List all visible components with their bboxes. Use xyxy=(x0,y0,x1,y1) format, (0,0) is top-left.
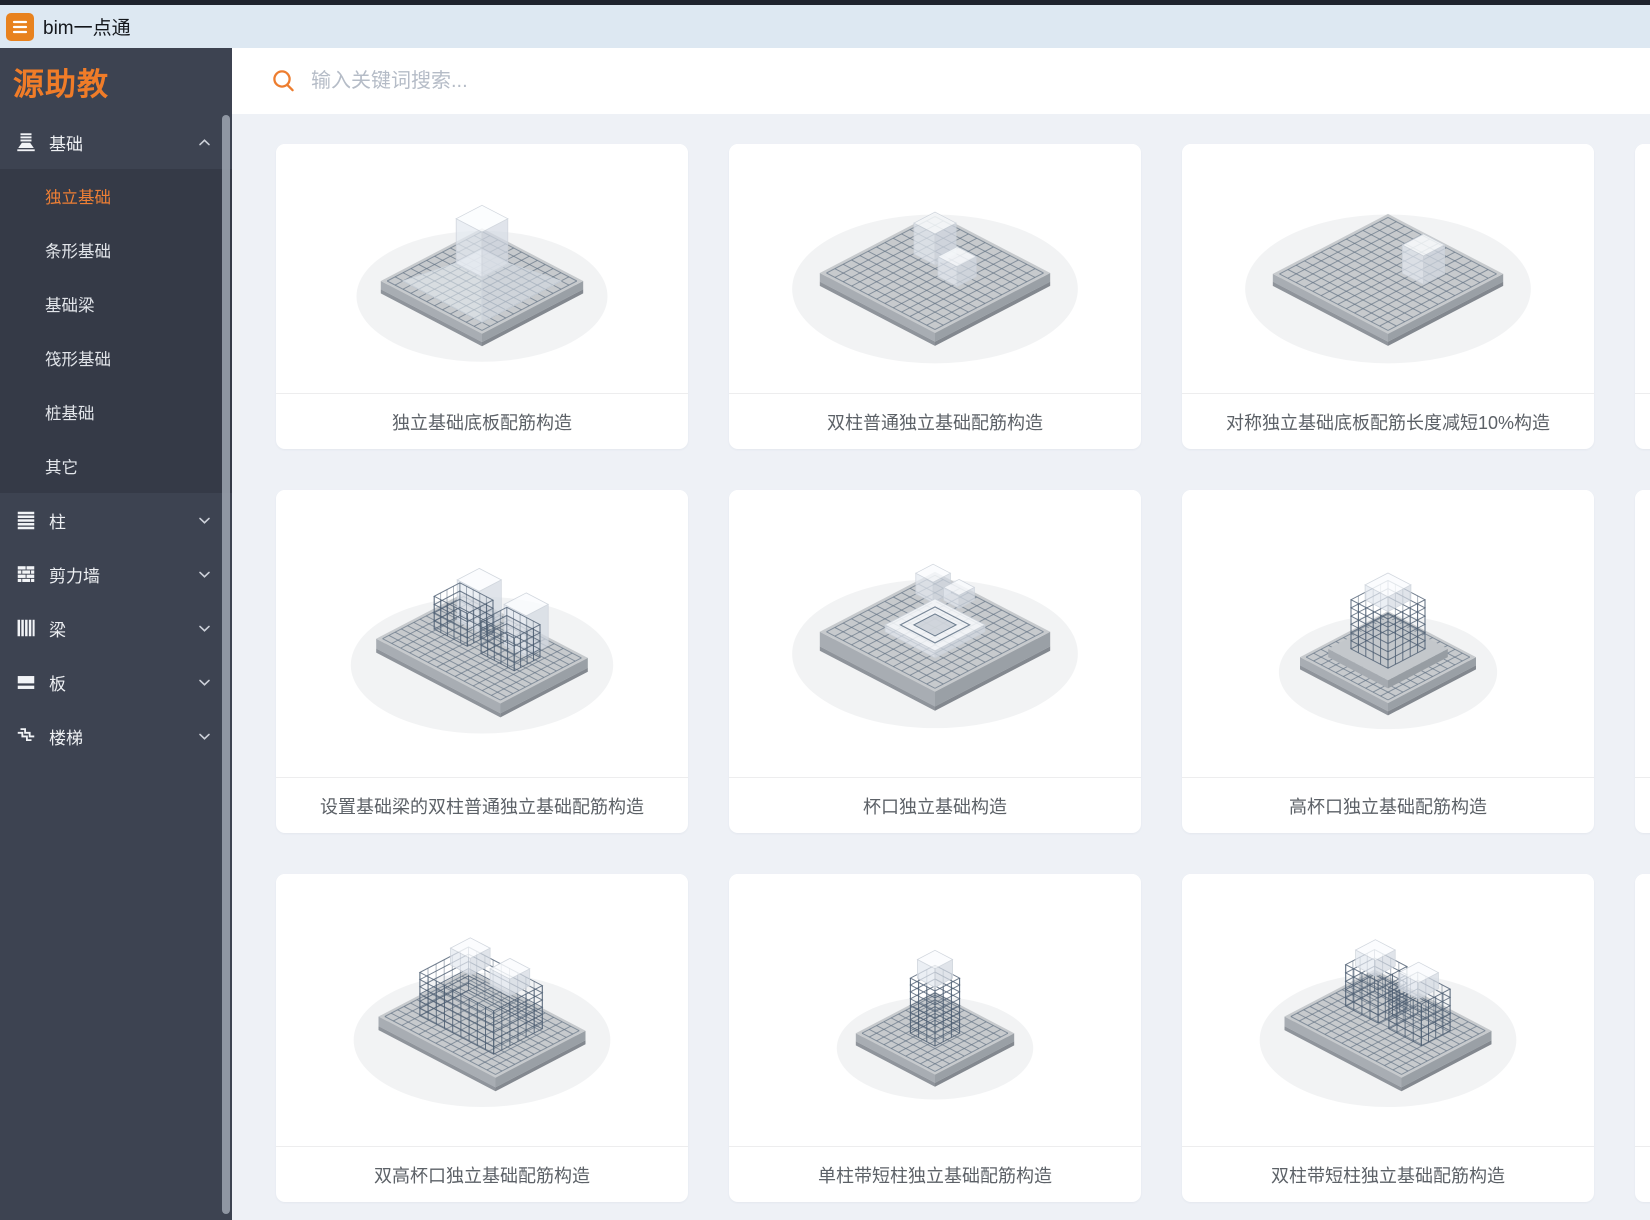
chevron-down-icon xyxy=(197,513,212,528)
sidebar-item-foundation[interactable]: 基础 xyxy=(0,115,232,169)
sidebar-subitem-foundation-beam[interactable]: 基础梁 xyxy=(0,277,232,331)
sidebar-item-label: 柱 xyxy=(49,508,197,533)
sidebar-item-slab[interactable]: 板 xyxy=(0,655,232,709)
submenu-item-label: 桩基础 xyxy=(45,400,95,424)
window-top-strip xyxy=(0,0,1650,5)
sidebar-item-label: 剪力墙 xyxy=(49,562,197,587)
model-thumbnail xyxy=(1635,144,1650,393)
model-card-partial[interactable] xyxy=(1635,144,1650,449)
model-card-partial[interactable] xyxy=(1635,490,1650,833)
sidebar-item-label: 梁 xyxy=(49,616,197,641)
submenu-item-label: 独立基础 xyxy=(45,184,111,208)
sidebar-item-stairs[interactable]: 楼梯 xyxy=(0,709,232,763)
model-card-4[interactable]: 设置基础梁的双柱普通独立基础配筋构造 xyxy=(276,490,688,833)
model-card-9[interactable]: 双柱带短柱独立基础配筋构造 xyxy=(1182,874,1594,1202)
footing-beam-two-cages-thumbnail xyxy=(276,490,688,777)
brand-logo: 源助教 xyxy=(0,48,232,115)
sidebar-subitem-independent-foundation[interactable]: 独立基础 xyxy=(0,169,232,223)
card-row-2: 设置基础梁的双柱普通独立基础配筋构造 杯口独立基础构造 高杯口独立基础配筋构造 xyxy=(276,490,1650,833)
flat-footing-two-columns-thumbnail xyxy=(729,144,1141,393)
main-content: 独立基础底板配筋构造 双柱普通独立基础配筋构造 对称独立基础底板配筋长度减短10… xyxy=(232,48,1650,1220)
model-card-7[interactable]: 双高杯口独立基础配筋构造 xyxy=(276,874,688,1202)
model-card-title: 设置基础梁的双柱普通独立基础配筋构造 xyxy=(276,777,688,833)
shear-wall-icon xyxy=(15,563,37,585)
model-card-partial[interactable] xyxy=(1635,874,1650,1202)
beam-icon xyxy=(15,617,37,639)
sidebar-subitem-other[interactable]: 其它 xyxy=(0,439,232,493)
submenu-item-label: 条形基础 xyxy=(45,238,111,262)
submenu-foundation: 独立基础 条形基础 基础梁 筏形基础 桩基础 其它 xyxy=(0,169,232,493)
cup-footing-thumbnail xyxy=(729,490,1141,777)
flat-footing-one-column-thumbnail xyxy=(1182,144,1594,393)
stairs-icon xyxy=(15,725,37,747)
model-thumbnail xyxy=(1635,874,1650,1146)
chevron-down-icon xyxy=(197,675,212,690)
chevron-down-icon xyxy=(197,621,212,636)
model-card-title: 双柱带短柱独立基础配筋构造 xyxy=(1182,1146,1594,1202)
model-card-title: 单柱带短柱独立基础配筋构造 xyxy=(729,1146,1141,1202)
model-card-3[interactable]: 对称独立基础底板配筋长度减短10%构造 xyxy=(1182,144,1594,449)
submenu-item-label: 其它 xyxy=(45,454,78,478)
model-card-title: 杯口独立基础构造 xyxy=(729,777,1141,833)
sidebar-menu: 基础 独立基础 条形基础 基础梁 筏形基础 桩基础 其它 柱 剪力墙 梁 板 xyxy=(0,115,232,763)
sidebar-item-label: 板 xyxy=(49,670,197,695)
search-icon xyxy=(271,68,297,94)
model-card-title xyxy=(1635,393,1650,449)
sidebar-item-label: 楼梯 xyxy=(49,724,197,749)
model-card-6[interactable]: 高杯口独立基础配筋构造 xyxy=(1182,490,1594,833)
model-card-2[interactable]: 双柱普通独立基础配筋构造 xyxy=(729,144,1141,449)
card-grid: 独立基础底板配筋构造 双柱普通独立基础配筋构造 对称独立基础底板配筋长度减短10… xyxy=(232,114,1650,1202)
sidebar-scrollbar[interactable] xyxy=(222,115,230,1214)
sidebar-item-shear-wall[interactable]: 剪力墙 xyxy=(0,547,232,601)
sidebar-subitem-raft-foundation[interactable]: 筏形基础 xyxy=(0,331,232,385)
double-tall-cup-cage-thumbnail xyxy=(276,874,688,1146)
double-short-column-cage-thumbnail xyxy=(1182,874,1594,1146)
model-card-title xyxy=(1635,777,1650,833)
model-card-1[interactable]: 独立基础底板配筋构造 xyxy=(276,144,688,449)
app-bar: bim一点通 xyxy=(0,5,1650,48)
model-card-title: 对称独立基础底板配筋长度减短10%构造 xyxy=(1182,393,1594,449)
sidebar-item-label: 基础 xyxy=(49,130,197,155)
model-card-8[interactable]: 单柱带短柱独立基础配筋构造 xyxy=(729,874,1141,1202)
pyramid-footing-single-column-thumbnail xyxy=(276,144,688,393)
model-card-title: 双高杯口独立基础配筋构造 xyxy=(276,1146,688,1202)
model-card-5[interactable]: 杯口独立基础构造 xyxy=(729,490,1141,833)
search-bar xyxy=(232,48,1650,114)
submenu-item-label: 基础梁 xyxy=(45,292,95,316)
chevron-down-icon xyxy=(197,567,212,582)
tall-cup-cage-thumbnail xyxy=(1182,490,1594,777)
model-card-title xyxy=(1635,1146,1650,1202)
foundation-icon xyxy=(15,131,37,153)
card-row-3: 双高杯口独立基础配筋构造 单柱带短柱独立基础配筋构造 双柱带短柱独立基础配筋构造 xyxy=(276,874,1650,1202)
model-thumbnail xyxy=(1635,490,1650,777)
chevron-up-icon xyxy=(197,135,212,150)
model-card-title: 高杯口独立基础配筋构造 xyxy=(1182,777,1594,833)
sidebar: 源助教 基础 独立基础 条形基础 基础梁 筏形基础 桩基础 其它 柱 剪力墙 梁 xyxy=(0,48,232,1220)
chevron-down-icon xyxy=(197,729,212,744)
sidebar-subitem-pile-foundation[interactable]: 桩基础 xyxy=(0,385,232,439)
submenu-item-label: 筏形基础 xyxy=(45,346,111,370)
app-logo-icon xyxy=(6,13,34,41)
slab-icon xyxy=(15,671,37,693)
sidebar-item-column[interactable]: 柱 xyxy=(0,493,232,547)
app-title: bim一点通 xyxy=(43,13,131,40)
sidebar-subitem-strip-foundation[interactable]: 条形基础 xyxy=(0,223,232,277)
sidebar-item-beam[interactable]: 梁 xyxy=(0,601,232,655)
card-row-1: 独立基础底板配筋构造 双柱普通独立基础配筋构造 对称独立基础底板配筋长度减短10… xyxy=(276,144,1650,449)
model-card-title: 双柱普通独立基础配筋构造 xyxy=(729,393,1141,449)
single-short-column-cage-thumbnail xyxy=(729,874,1141,1146)
model-card-title: 独立基础底板配筋构造 xyxy=(276,393,688,449)
search-input[interactable] xyxy=(311,70,1011,93)
column-icon xyxy=(15,509,37,531)
